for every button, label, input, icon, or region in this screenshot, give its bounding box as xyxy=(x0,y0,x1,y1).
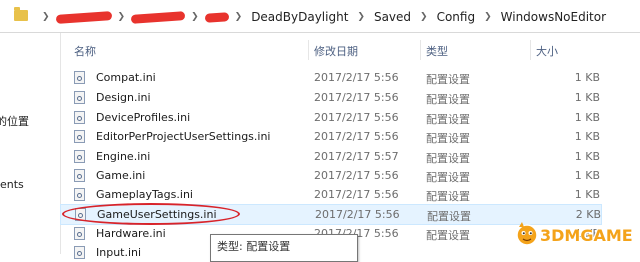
chevron-right-icon[interactable]: ❯ xyxy=(112,12,132,22)
config-file-icon xyxy=(74,246,85,259)
file-type: 配置设置 xyxy=(426,190,470,203)
file-date: 2017/2/17 5:56 xyxy=(314,130,399,143)
breadcrumb-item[interactable]: Saved xyxy=(371,10,414,24)
file-size: 1 KB xyxy=(574,91,600,104)
chevron-right-icon[interactable]: ❯ xyxy=(36,12,56,22)
navigation-pane: 的位置 ents xyxy=(0,33,61,254)
file-row[interactable]: GameplayTags.ini 2017/2/17 5:56 配置设置 1 K… xyxy=(60,185,600,204)
file-type: 配置设置 xyxy=(426,132,470,145)
config-file-icon xyxy=(74,169,85,182)
file-type: 配置设置 xyxy=(427,210,471,223)
file-name: Hardware.ini xyxy=(96,227,166,240)
chevron-right-icon[interactable]: ❯ xyxy=(478,12,498,22)
config-file-icon xyxy=(74,91,85,104)
file-date: 2017/2/17 5:56 xyxy=(314,111,399,124)
file-name: Game.ini xyxy=(96,169,146,182)
column-divider[interactable] xyxy=(530,40,531,60)
file-name: Design.ini xyxy=(96,91,151,104)
chevron-right-icon[interactable]: ❯ xyxy=(229,12,249,22)
file-size: 1 KB xyxy=(574,188,600,201)
file-name: DeviceProfiles.ini xyxy=(96,111,191,124)
mascot-icon xyxy=(516,222,538,246)
column-size[interactable]: 大小 xyxy=(536,43,558,59)
config-file-icon xyxy=(74,188,85,201)
highlight-annotation-ring xyxy=(62,203,240,225)
address-bar[interactable]: ❯ ❯ ❯ ❯ DeadByDaylight ❯ Saved ❯ Config … xyxy=(0,0,640,33)
config-file-icon xyxy=(74,71,85,84)
file-date: 2017/2/17 5:56 xyxy=(314,169,399,182)
file-row[interactable]: EditorPerProjectUserSettings.ini 2017/2/… xyxy=(60,127,600,146)
breadcrumb-item[interactable]: WindowsNoEditor xyxy=(498,10,609,24)
column-name[interactable]: 名称 xyxy=(74,43,96,59)
file-name: Input.ini xyxy=(96,246,142,259)
file-date: 2017/2/17 5:56 xyxy=(314,188,399,201)
nav-item[interactable]: 的位置 xyxy=(0,113,29,129)
redacted-path-segment xyxy=(55,10,112,24)
breadcrumb: ❯ ❯ ❯ ❯ DeadByDaylight ❯ Saved ❯ Config … xyxy=(36,8,609,26)
chevron-right-icon[interactable]: ❯ xyxy=(414,12,434,22)
file-date: 2017/2/17 5:57 xyxy=(314,150,399,163)
folder-icon xyxy=(14,7,28,21)
chevron-right-icon[interactable]: ❯ xyxy=(351,12,371,22)
file-size: 1 KB xyxy=(574,169,600,182)
column-header: 名称 修改日期 类型 大小 xyxy=(60,40,640,60)
file-size: 1 KB xyxy=(574,111,600,124)
tooltip: 类型: 配置设置 xyxy=(210,234,358,262)
tooltip-text: 类型: 配置设置 xyxy=(217,240,291,253)
chevron-right-icon[interactable]: ❯ xyxy=(185,12,205,22)
file-type: 配置设置 xyxy=(426,93,470,106)
breadcrumb-item[interactable]: DeadByDaylight xyxy=(248,10,351,24)
nav-item[interactable]: ents xyxy=(0,178,24,191)
watermark-text: 3DMGAME xyxy=(540,226,633,245)
file-type: 配置设置 xyxy=(426,113,470,126)
file-type: 配置设置 xyxy=(426,229,470,242)
file-date: 2017/2/17 5:56 xyxy=(314,71,399,84)
file-size: 1 KB xyxy=(574,150,600,163)
breadcrumb-item[interactable]: Config xyxy=(434,10,479,24)
file-row[interactable]: Design.ini 2017/2/17 5:56 配置设置 1 KB xyxy=(60,88,600,107)
file-date: 2017/2/17 5:56 xyxy=(314,91,399,104)
file-date: 2017/2/17 5:56 xyxy=(315,208,400,221)
file-name: GameplayTags.ini xyxy=(96,188,193,201)
config-file-icon xyxy=(74,227,85,240)
config-file-icon xyxy=(74,111,85,124)
file-row[interactable]: Engine.ini 2017/2/17 5:57 配置设置 1 KB xyxy=(60,147,600,166)
file-name: EditorPerProjectUserSettings.ini xyxy=(96,130,271,143)
file-row[interactable]: Compat.ini 2017/2/17 5:56 配置设置 1 KB xyxy=(60,68,600,87)
file-name: Compat.ini xyxy=(96,71,156,84)
redacted-path-segment xyxy=(130,10,186,24)
column-divider[interactable] xyxy=(308,40,309,60)
file-row[interactable]: Game.ini 2017/2/17 5:56 配置设置 1 KB xyxy=(60,166,600,185)
column-date[interactable]: 修改日期 xyxy=(314,43,358,59)
file-type: 配置设置 xyxy=(426,171,470,184)
config-file-icon xyxy=(74,150,85,163)
file-type: 配置设置 xyxy=(426,73,470,86)
watermark-logo: 3DMGAME xyxy=(512,220,638,250)
file-size: 1 KB xyxy=(574,130,600,143)
redacted-path-segment xyxy=(204,11,229,23)
file-size: 1 KB xyxy=(574,71,600,84)
file-name: Engine.ini xyxy=(96,150,151,163)
config-file-icon xyxy=(74,130,85,143)
column-type[interactable]: 类型 xyxy=(426,43,448,59)
column-divider[interactable] xyxy=(420,40,421,60)
file-type: 配置设置 xyxy=(426,152,470,165)
file-row[interactable]: DeviceProfiles.ini 2017/2/17 5:56 配置设置 1… xyxy=(60,108,600,127)
